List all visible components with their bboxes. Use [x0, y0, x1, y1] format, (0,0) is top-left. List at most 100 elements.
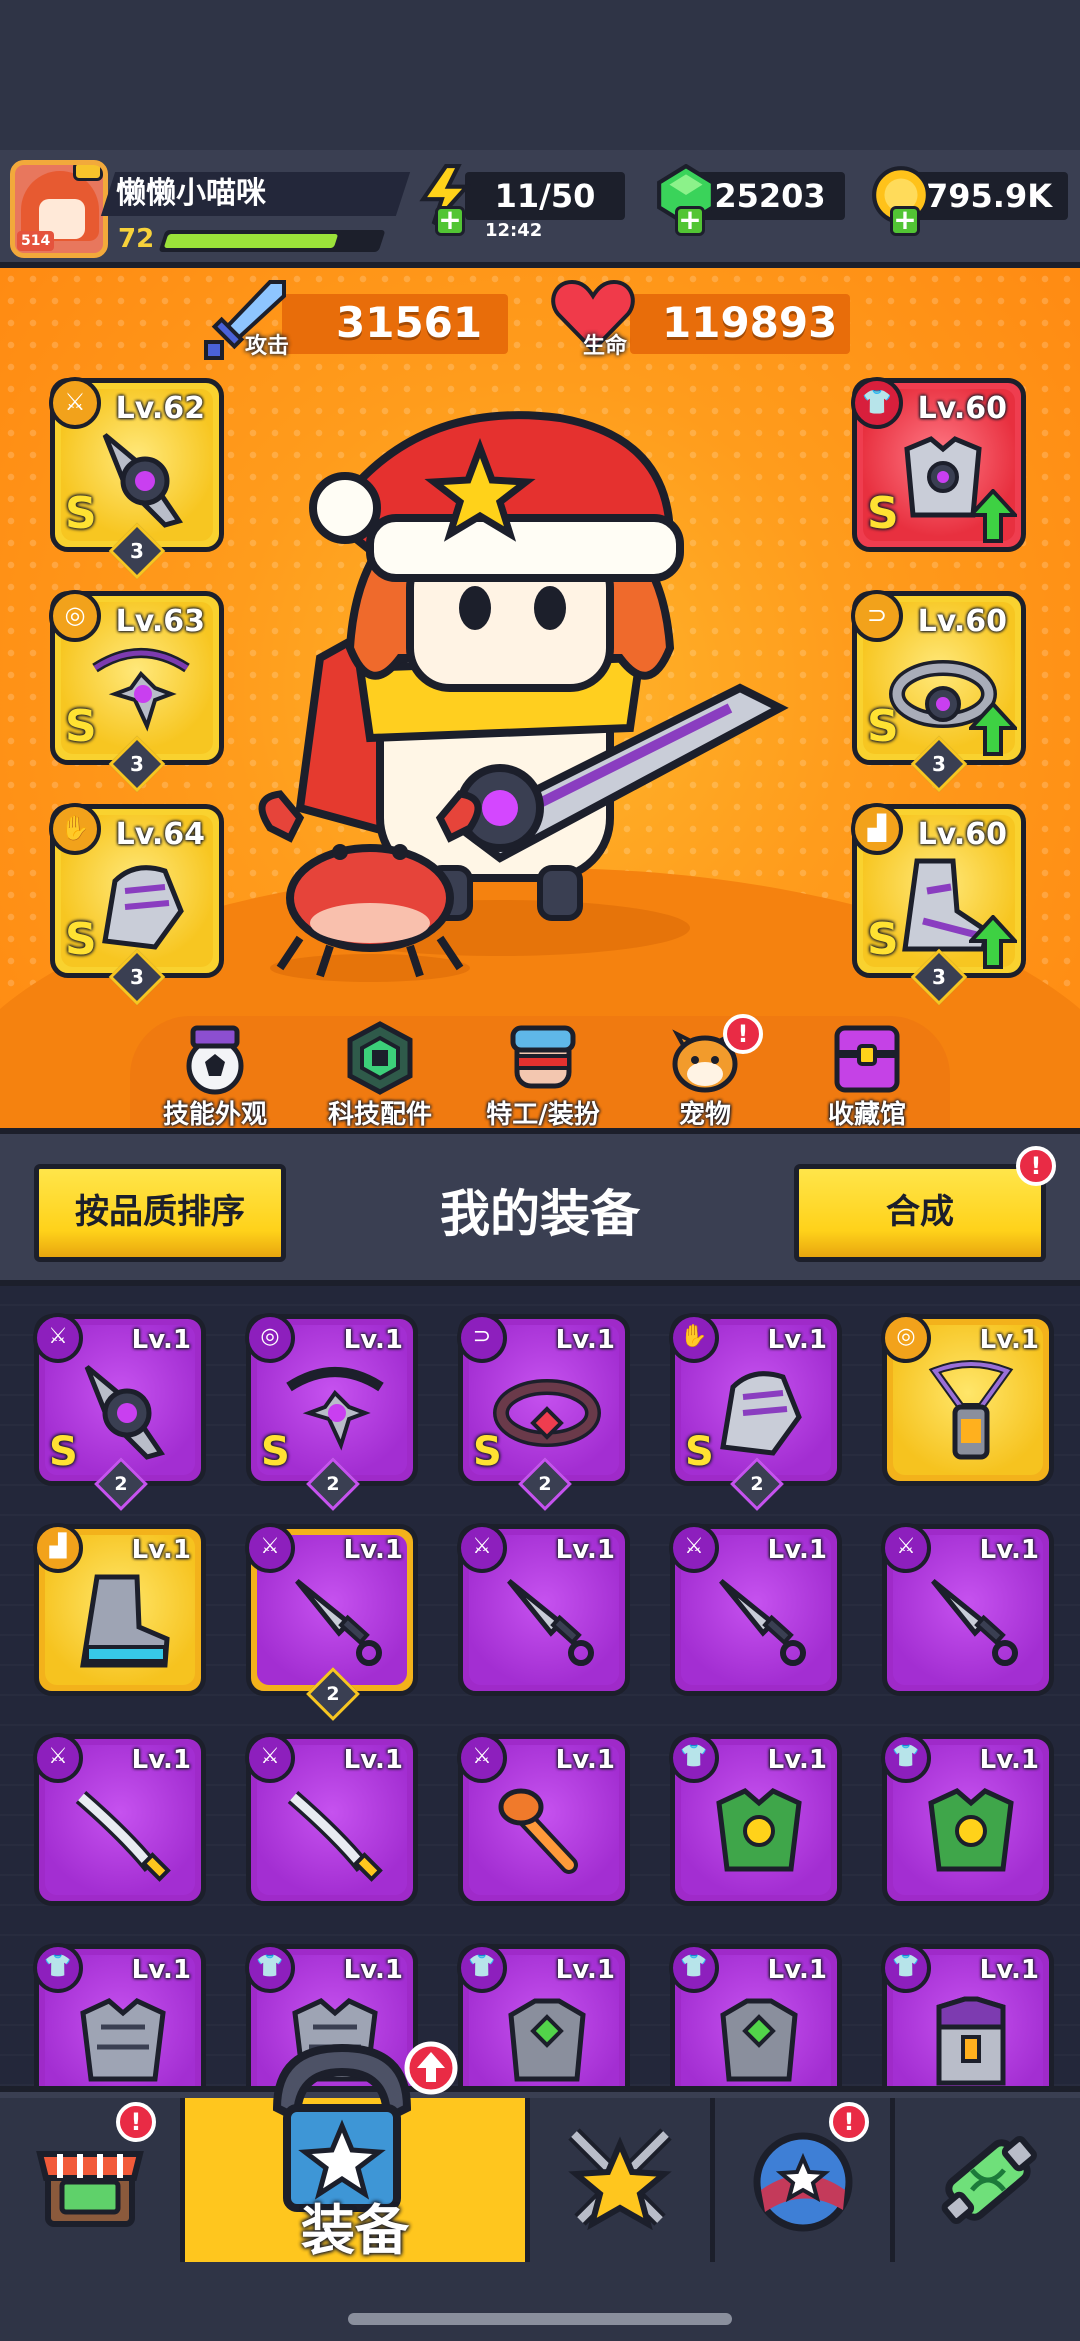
inventory-item[interactable]: ⚔ Lv.1 2	[245, 1523, 418, 1721]
steel-armor-icon	[80, 1998, 166, 2082]
add-energy-button[interactable]: +	[435, 206, 465, 236]
nav-battle-tab[interactable]	[530, 2098, 715, 2262]
gold-counter[interactable]: 795.9K +	[870, 166, 1068, 236]
player-level: 72	[118, 224, 155, 254]
xp-bar	[158, 230, 386, 252]
pinwheel-blade-icon	[102, 433, 184, 528]
add-gems-button[interactable]: +	[675, 206, 705, 236]
equipped-glove-slot[interactable]: ✋ Lv.64 S 3	[49, 803, 224, 1006]
equipped-boots-slot[interactable]: ▟ Lv.60 S 3	[851, 803, 1026, 1006]
inventory-item[interactable]: ◎ Lv.1 S 2	[245, 1313, 418, 1511]
merge-button[interactable]: 合成	[794, 1164, 1046, 1262]
item-level: Lv.1	[767, 1955, 827, 1985]
weapon-icon: ⚔	[245, 1733, 295, 1783]
inventory-item[interactable]: ⚔ Lv.1	[881, 1523, 1054, 1696]
sort-by-quality-button[interactable]: 按品质排序	[34, 1164, 286, 1262]
inventory-item[interactable]: ⚔ Lv.1	[457, 1733, 630, 1906]
katana-icon	[75, 1790, 171, 1882]
tech-parts-button[interactable]: 科技配件	[310, 1020, 450, 1130]
inventory-item[interactable]: ⚔ Lv.1	[669, 1523, 842, 1696]
inventory-item[interactable]: ◎ Lv.1	[881, 1313, 1054, 1486]
leaf-armor-icon	[928, 1788, 1014, 1872]
equipped-weapon-slot[interactable]: ⚔ Lv.62 S 3	[49, 377, 224, 580]
inventory-item[interactable]: 👕 Lv.1	[881, 1733, 1054, 1906]
weapon-icon: ⚔	[33, 1733, 83, 1783]
equipped-armor-slot[interactable]: 👕 Lv.60 S	[851, 377, 1026, 552]
inventory-item[interactable]: ✋ Lv.1 S 2	[669, 1313, 842, 1511]
necklace-icon: ◎	[49, 590, 101, 642]
inventory-item[interactable]: ⚔ Lv.1	[457, 1523, 630, 1696]
crown-icon	[73, 165, 103, 181]
home-indicator[interactable]	[348, 2313, 732, 2325]
treasure-chest-icon	[834, 1025, 900, 1093]
ruby-belt-icon	[493, 1379, 601, 1447]
equipped-belt-slot[interactable]: ⊃ Lv.60 S 3	[851, 590, 1026, 793]
item-level: Lv.1	[979, 1745, 1039, 1775]
gem-value: 25203	[695, 172, 845, 220]
slot-level: Lv.60	[917, 817, 1007, 852]
add-gold-button[interactable]: +	[890, 206, 920, 236]
skill-skin-icon	[186, 1025, 244, 1095]
weapon-icon: ⚔	[33, 1313, 83, 1363]
bat-icon	[498, 1788, 578, 1874]
nav-shop-tab[interactable]: !	[0, 2098, 185, 2262]
nav-evolve-tab[interactable]	[895, 2098, 1080, 2262]
item-rank: S	[49, 1429, 78, 1475]
inventory-item[interactable]: ⊃ Lv.1 S 2	[457, 1313, 630, 1511]
slot-level: Lv.62	[115, 391, 205, 426]
equipped-necklace-slot[interactable]: ◎ Lv.63 S 3	[49, 590, 224, 793]
menu-label: 科技配件	[327, 1100, 432, 1130]
boots-icon: ▟	[851, 803, 903, 855]
nav-challenge-tab[interactable]: !	[715, 2098, 895, 2262]
weapon-icon: ⚔	[669, 1523, 719, 1573]
leaf-armor-icon	[716, 1788, 802, 1872]
gem-counter[interactable]: 25203 +	[655, 164, 845, 236]
menu-label: 宠物	[678, 1100, 731, 1130]
player-name: 懒懒小喵咪	[116, 176, 266, 211]
xp-fill	[163, 234, 339, 248]
menu-label: 收藏馆	[827, 1100, 906, 1130]
item-level: Lv.1	[343, 1955, 403, 1985]
nav-equipment-label: 装备	[301, 2199, 409, 2262]
agent-outfit-button[interactable]: 特工/装扮	[473, 1020, 613, 1130]
item-level: Lv.1	[131, 1745, 191, 1775]
slot-rank: S	[867, 914, 899, 965]
equipment-toolbar: 按品质排序 我的装备 合成 !	[0, 1128, 1080, 1286]
crab-pet[interactable]	[240, 788, 500, 988]
inventory-item[interactable]: 👕 Lv.1	[457, 1943, 630, 2086]
upgrade-arrow-icon	[969, 702, 1017, 756]
pets-button[interactable]: 宠物 !	[635, 1014, 775, 1130]
inventory-item[interactable]: ⚔ Lv.1	[245, 1733, 418, 1906]
item-level: Lv.1	[131, 1955, 191, 1985]
inventory-item[interactable]: 👕 Lv.1	[33, 1943, 206, 2086]
collection-button[interactable]: 收藏馆	[797, 1020, 937, 1130]
item-level: Lv.1	[979, 1535, 1039, 1565]
armor-icon: 👕	[851, 377, 903, 429]
slot-rank: S	[867, 701, 899, 752]
slot-level: Lv.60	[917, 604, 1007, 639]
inventory-item[interactable]: 👕 Lv.1	[669, 1733, 842, 1906]
agent-icon	[510, 1025, 576, 1089]
inventory-item[interactable]: ⚔ Lv.1 S 2	[33, 1313, 206, 1511]
challenge-alert-badge: !	[829, 2102, 869, 2142]
inventory-item[interactable]: 👕 Lv.1	[669, 1943, 842, 2086]
kunai-icon	[931, 1579, 1018, 1666]
weapon-icon: ⚔	[457, 1523, 507, 1573]
attack-value: 31561	[336, 298, 483, 347]
item-level: Lv.1	[767, 1745, 827, 1775]
gem-armor-icon	[720, 1998, 798, 2082]
inventory-item[interactable]: 👕 Lv.1	[881, 1943, 1054, 2086]
inventory-item[interactable]: ⚔ Lv.1	[33, 1733, 206, 1906]
belt-icon: ⊃	[457, 1313, 507, 1363]
belt-icon: ⊃	[851, 590, 903, 642]
skill-skins-button[interactable]: 技能外观	[145, 1020, 285, 1130]
inventory-item[interactable]: ▟ Lv.1	[33, 1523, 206, 1696]
dna-capsule-icon	[941, 2136, 1037, 2224]
armor-icon: 👕	[245, 1943, 295, 1993]
lantern-amulet-icon	[928, 1360, 1014, 1460]
energy-counter[interactable]: 11/50 +	[415, 164, 625, 236]
player-avatar[interactable]: 514	[10, 160, 108, 258]
item-level: Lv.1	[343, 1325, 403, 1355]
slot-rank: S	[65, 701, 97, 752]
attack-label: 攻击	[245, 334, 290, 359]
